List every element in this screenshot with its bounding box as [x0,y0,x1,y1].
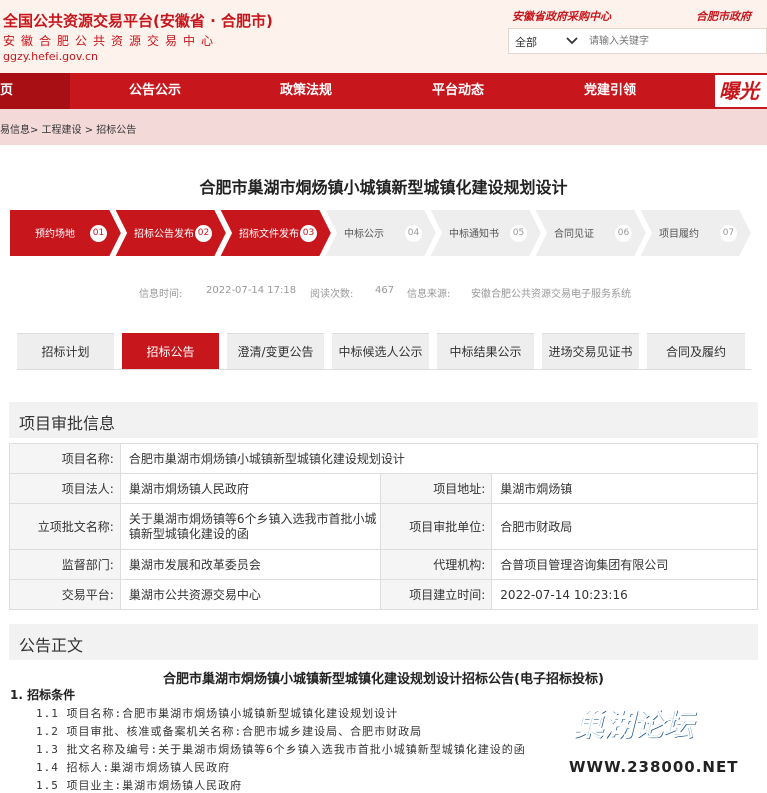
step-label: 招标公告发布 [134,229,194,240]
project-agent-value: 合普项目管理咨询集团有限公司 [491,549,758,580]
search-scope-select[interactable]: 全部 [515,34,537,50]
progress-steps: 预约场地 01 招标公告发布 02 招标文件发布 03 中标公示 04 中标通知书 05 合同见证 0… [9,209,756,257]
table-label: 项目名称: [9,443,121,474]
step-05: 中标通知书 05 [429,209,546,257]
nav-item-policies[interactable]: 政策法规 [266,73,346,109]
step-label: 招标文件发布 [239,229,299,240]
watermark-title: 巢湖论坛 [573,708,694,744]
tab-result-notice[interactable]: 中标结果公示 [437,333,534,369]
step-07: 项目履约 07 [639,209,756,257]
step-number: 05 [510,225,527,242]
project-created-value: 2022-07-14 10:23:16 [491,579,758,610]
step-label: 中标公示 [344,229,384,240]
search-input[interactable] [589,32,759,50]
nav-item-announcements[interactable]: 公告公示 [115,73,195,109]
announcement-line: 1.2 项目审批、核准或备案机关名称:合肥市城乡建设局、合肥市财政局 [36,725,423,738]
step-number: 02 [195,225,212,242]
tab-candidate-notice[interactable]: 中标候选人公示 [332,333,429,369]
step-label: 中标通知书 [449,229,499,240]
site-url: ggzy.hefei.gov.cn [3,50,98,63]
search-box: 全部 [508,28,767,54]
step-number: 01 [90,225,107,242]
announcement-heading: 1. 招标条件 [10,688,76,702]
tab-bid-plan[interactable]: 招标计划 [17,333,114,369]
top-link-procurement[interactable]: 安徽省政府采购中心 [512,8,611,24]
step-04: 中标公示 04 [324,209,441,257]
table-row: 项目名称: 合肥市巢湖市烔炀镇小城镇新型城镇化建设规划设计 [9,443,759,474]
step-02: 招标公告发布 02 [114,209,231,257]
step-number: 07 [720,225,737,242]
meta-time-value: 2022-07-14 17:18 [206,285,297,296]
step-01: 预约场地 01 [9,209,126,257]
step-label: 合同见证 [554,229,594,240]
announcement-line: 1.4 招标人:巢湖市烔炀镇人民政府 [36,761,231,774]
nav-item-home[interactable]: 页 [0,73,70,109]
top-link-government[interactable]: 合肥市政府 [696,8,751,24]
step-06: 合同见证 06 [534,209,651,257]
announcement-line: 1.5 项目业主:巢湖市烔炀镇人民政府 [36,779,243,792]
project-platform-value: 巢湖市公共资源交易中心 [119,579,382,610]
table-label: 项目审批单位: [380,503,493,550]
nav-item-platform-news[interactable]: 平台动态 [418,73,498,109]
nav-item-party-building[interactable]: 党建引领 [570,73,650,109]
section-title: 项目审批信息 [19,414,116,433]
exposure-logo[interactable]: 曝光 [715,75,767,107]
announcement-title: 合肥市巢湖市烔炀镇小城镇新型城镇化建设规划设计招标公告(电子招标投标) [163,672,604,687]
table-row: 交易平台: 巢湖市公共资源交易中心 项目建立时间: 2022-07-14 10:… [9,579,758,610]
tab-contract[interactable]: 合同及履约 [647,333,745,369]
project-name-value: 合肥市巢湖市烔炀镇小城镇新型城镇化建设规划设计 [119,443,759,474]
project-document-value: 关于巢湖市烔炀镇等6个乡镇入选我市首批小城镇新型城镇化建设的函 [119,503,382,550]
table-label: 交易平台: [9,579,121,610]
table-row: 项目法人: 巢湖市烔炀镇人民政府 项目地址: 巢湖市烔炀镇 [9,473,758,504]
table-label: 立项批文名称: [9,503,121,550]
forum-watermark: 巢湖论坛 WWW.238000.NET [565,700,760,785]
tab-witness-certificate[interactable]: 进场交易见证书 [542,333,639,369]
site-subtitle: 安徽合肥公共资源交易中心 [3,34,220,48]
meta-views-value: 467 [375,285,395,296]
step-number: 03 [300,225,317,242]
table-label: 项目地址: [380,473,493,504]
breadcrumb[interactable]: 易信息> 工程建设 > 招标公告 [0,121,136,136]
announcement-section-header: 公告正文 [9,624,758,660]
project-supervisor-value: 巢湖市发展和改革委员会 [119,549,382,580]
step-number: 04 [405,225,422,242]
project-section-header: 项目审批信息 [9,402,758,438]
main-nav: 页 公告公示 政策法规 平台动态 党建引领 曝光 [0,73,767,109]
table-label: 项目法人: [9,473,121,504]
table-label: 代理机构: [380,549,493,580]
table-label: 监督部门: [9,549,121,580]
chevron-down-icon[interactable] [564,32,580,48]
announcement-line: 1.3 批文名称及编号:关于巢湖市烔炀镇等6个乡镇入选我市首批小城镇新型城镇化建… [36,743,526,756]
step-label: 预约场地 [35,229,75,240]
project-address-value: 巢湖市烔炀镇 [491,473,758,504]
table-label: 项目建立时间: [380,579,493,610]
step-number: 06 [615,225,632,242]
announcement-line: 1.1 项目名称:合肥市巢湖市烔炀镇小城镇新型城镇化建设规划设计 [36,707,399,720]
section-title: 公告正文 [19,636,84,655]
project-info-table: 项目名称: 合肥市巢湖市烔炀镇小城镇新型城镇化建设规划设计 项目法人: 巢湖市烔… [9,443,759,610]
table-row: 监督部门: 巢湖市发展和改革委员会 代理机构: 合普项目管理咨询集团有限公司 [9,549,758,580]
step-03: 招标文件发布 03 [219,209,336,257]
meta-source-value: 安徽合肥公共资源交易电子服务系统 [471,289,631,300]
meta-time-label: 信息时间: [139,289,183,300]
meta-views-label: 阅读次数: [310,289,354,300]
tab-divider [17,369,751,370]
tab-clarification[interactable]: 澄清/变更公告 [227,333,324,369]
table-row: 立项批文名称: 关于巢湖市烔炀镇等6个乡镇入选我市首批小城镇新型城镇化建设的函 … [9,503,758,550]
breadcrumb-bar: 易信息> 工程建设 > 招标公告 [0,109,767,145]
tab-bar: 招标计划 招标公告 澄清/变更公告 中标候选人公示 中标结果公示 进场交易见证书… [17,333,751,369]
project-legal-value: 巢湖市烔炀镇人民政府 [119,473,382,504]
step-label: 项目履约 [659,229,699,240]
meta-source-label: 信息来源: [407,289,451,300]
watermark-url: WWW.238000.NET [569,758,739,776]
tab-bid-announcement[interactable]: 招标公告 [122,333,219,369]
site-header: 全国公共资源交易平台(安徽省 · 合肥市) 安徽合肥公共资源交易中心 ggzy.… [0,0,767,73]
site-title[interactable]: 全国公共资源交易平台(安徽省 · 合肥市) [3,10,273,31]
project-approver-value: 合肥市财政局 [491,503,758,550]
page-title: 合肥市巢湖市烔炀镇小城镇新型城镇化建设规划设计 [199,178,568,197]
